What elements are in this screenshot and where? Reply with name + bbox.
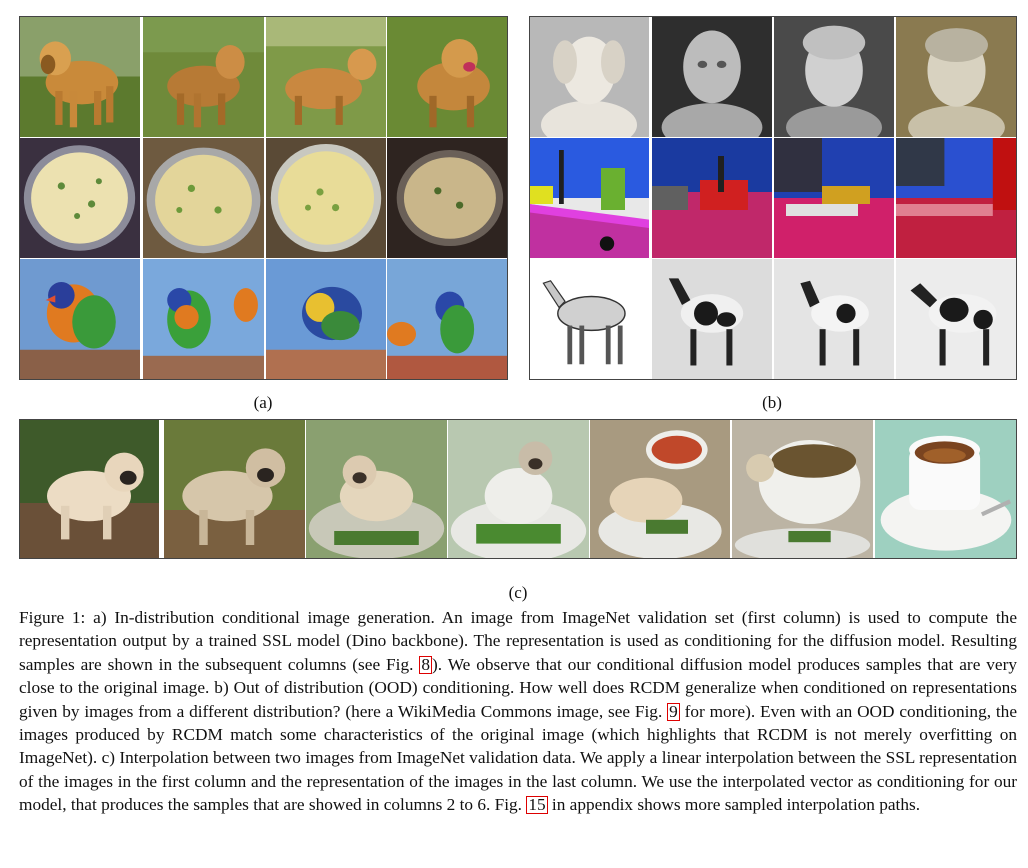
figure-ref-9[interactable]: 9 xyxy=(667,702,680,721)
panel-c-interp-1 xyxy=(164,419,305,559)
panel-a-dog-sample-1 xyxy=(143,16,264,137)
panel-c-cup-end xyxy=(875,419,1017,559)
panel-a-bowl-sample-1 xyxy=(143,138,264,258)
panel-b-horse-sample-2 xyxy=(774,259,894,380)
panel-c-pug-start xyxy=(19,419,159,559)
panel-b-seg-sample-2 xyxy=(774,138,894,258)
panel-b-bust-sample-2 xyxy=(774,16,894,137)
panel-c-interp-2 xyxy=(306,419,447,559)
panel-a-bowl-sample-2 xyxy=(266,138,386,258)
panel-a-parrot-sample-2 xyxy=(266,259,386,380)
panel-b-seg-sample-1 xyxy=(652,138,772,258)
panel-c-label: (c) xyxy=(508,583,528,602)
panel-c-interp-3 xyxy=(448,419,589,559)
panel-a-bowl-original xyxy=(19,138,140,258)
panel-b-horse-sample-1 xyxy=(652,259,772,380)
caption-text-4: in appendix shows more sampled interpola… xyxy=(547,795,921,815)
figure-ref-8[interactable]: 8 xyxy=(419,656,432,674)
panel-b-horse-original xyxy=(529,259,649,380)
panel-a-parrot-original xyxy=(19,259,140,380)
panel-b-bust-original xyxy=(529,16,649,137)
panel-b-label: (b) xyxy=(762,393,782,412)
panel-a-dog-sample-2 xyxy=(266,16,386,137)
panel-c-interp-4 xyxy=(590,419,730,559)
panel-c-interp-5 xyxy=(732,419,873,559)
figure-caption: Figure 1: a) In-distribution conditional… xyxy=(19,606,1017,817)
panel-b-seg-original xyxy=(529,138,649,258)
panel-a-parrot-sample-3 xyxy=(387,259,508,380)
panel-a-parrot-sample-1 xyxy=(143,259,264,380)
panel-a-label: (a) xyxy=(253,393,273,412)
panel-b-seg-sample-3 xyxy=(896,138,1017,258)
panel-b-bust-sample-1 xyxy=(652,16,772,137)
panel-b-bust-sample-3 xyxy=(896,16,1017,137)
panel-b-horse-sample-3 xyxy=(896,259,1017,380)
panel-a-dog-original xyxy=(19,16,140,137)
panel-a-bowl-sample-3 xyxy=(387,138,508,258)
panel-a-dog-sample-3 xyxy=(387,16,508,137)
figure-ref-15[interactable]: 15 xyxy=(526,796,548,815)
